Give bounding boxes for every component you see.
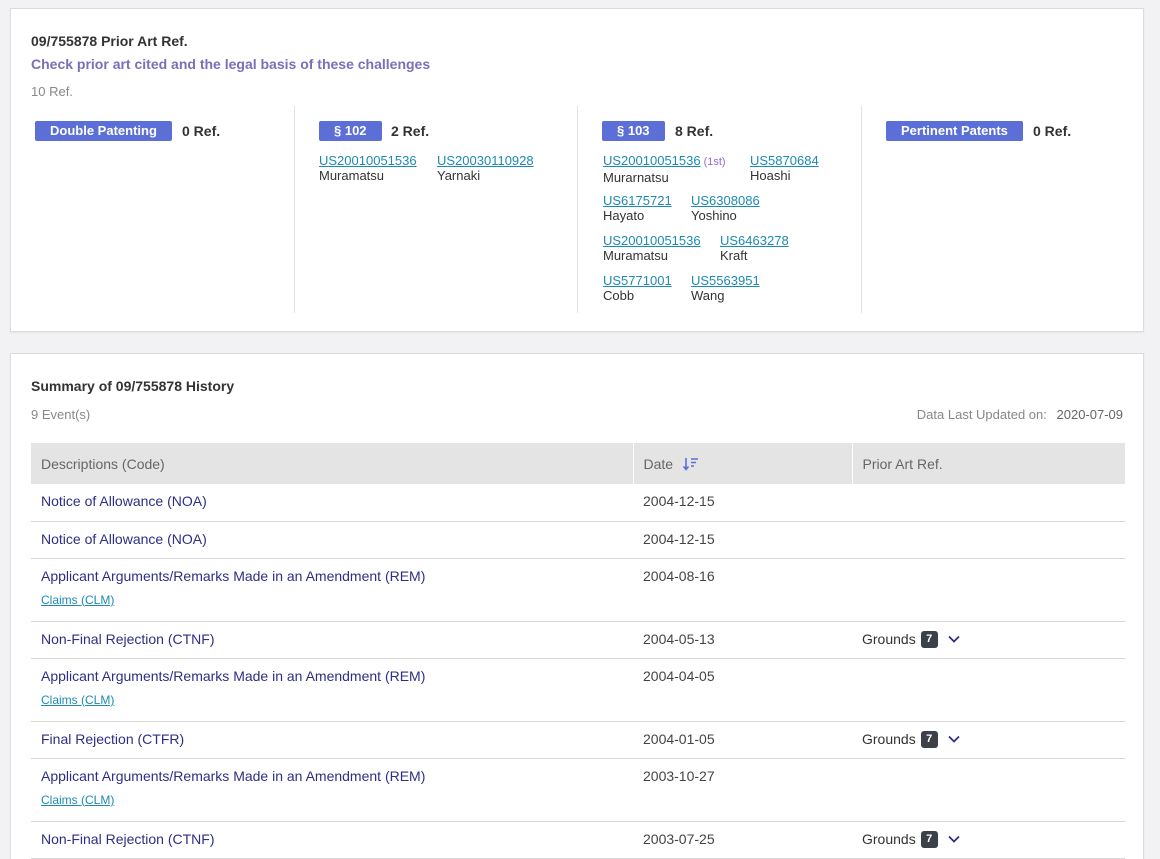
event-description-link[interactable]: Non-Final Rejection (CTNF) xyxy=(41,831,623,847)
grounds-toggle[interactable]: Grounds 7 xyxy=(862,630,961,648)
event-description-link[interactable]: Applicant Arguments/Remarks Made in an A… xyxy=(41,768,623,784)
ref-item: US5771001 Cobb xyxy=(603,273,672,303)
event-date: 2004-12-15 xyxy=(643,493,715,509)
history-card: Summary of 09/755878 History 9 Event(s) … xyxy=(10,353,1144,859)
event-date: 2003-07-25 xyxy=(643,830,715,847)
prior-art-title: 09/755878 Prior Art Ref. xyxy=(31,33,188,49)
event-description-link[interactable]: Notice of Allowance (NOA) xyxy=(41,531,623,547)
count-double-patenting: 0 Ref. xyxy=(182,123,221,139)
event-date: 2003-10-27 xyxy=(643,767,715,784)
ref-inventor: Yoshino xyxy=(691,208,737,223)
ref-inventor: Muramatsu xyxy=(603,248,669,263)
count-pertinent-patents: 0 Ref. xyxy=(1033,123,1072,139)
event-date: 2004-12-15 xyxy=(643,530,715,547)
ref-patent-link[interactable]: US20010051536 xyxy=(603,233,701,248)
event-description-link[interactable]: Applicant Arguments/Remarks Made in an A… xyxy=(41,568,623,584)
ref-patent-link[interactable]: US20030110928 xyxy=(437,153,534,168)
ref-item: US20010051536 Muramatsu xyxy=(319,153,417,183)
badge-double-patenting[interactable]: Double Patenting xyxy=(35,121,172,141)
ref-patent-link[interactable]: US6463278 xyxy=(720,233,789,248)
table-row: Applicant Arguments/Remarks Made in an A… xyxy=(31,758,1125,822)
ref-patent-link[interactable]: US20010051536 xyxy=(319,153,417,168)
ref-inventor: Kraft xyxy=(720,248,748,263)
ref-item: US20010051536 Muramatsu xyxy=(603,233,701,263)
chevron-down-icon[interactable] xyxy=(947,732,961,746)
grounds-toggle[interactable]: Grounds 7 xyxy=(862,830,961,848)
grounds-count-badge: 7 xyxy=(920,730,938,748)
event-description-link[interactable]: Final Rejection (CTFR) xyxy=(41,731,623,747)
ref-inventor: Hoashi xyxy=(750,168,791,183)
count-102: 2 Ref. xyxy=(391,123,430,139)
table-row: Applicant Arguments/Remarks Made in an A… xyxy=(31,658,1125,722)
table-row: Applicant Arguments/Remarks Made in an A… xyxy=(31,558,1125,622)
ref-item: US20010051536 (1st) Murarnatsu xyxy=(603,153,726,185)
ref-item: US6308086 Yoshino xyxy=(691,193,760,223)
prior-art-subtitle: Check prior art cited and the legal basi… xyxy=(31,56,431,72)
ref-patent-link[interactable]: US6175721 xyxy=(603,193,672,208)
chevron-down-icon[interactable] xyxy=(947,832,961,846)
prior-art-total: 10 Ref. xyxy=(31,84,73,99)
prior-art-card: 09/755878 Prior Art Ref. Check prior art… xyxy=(10,8,1144,332)
ref-patent-link[interactable]: US20010051536 xyxy=(603,153,701,168)
grounds-toggle[interactable]: Grounds 7 xyxy=(862,730,961,748)
table-row: Notice of Allowance (NOA) 2004-12-15 xyxy=(31,521,1125,559)
event-description-link[interactable]: Applicant Arguments/Remarks Made in an A… xyxy=(41,668,623,684)
ref-inventor: Murarnatsu xyxy=(603,170,669,185)
table-row: Final Rejection (CTFR) 2004-01-05 Ground… xyxy=(31,721,1125,759)
grounds-label: Grounds xyxy=(862,631,916,647)
claims-link[interactable]: Claims (CLM) xyxy=(41,793,623,807)
group-pertinent-patents: Pertinent Patents 0 Ref. xyxy=(861,106,1145,313)
event-description-link[interactable]: Notice of Allowance (NOA) xyxy=(41,493,623,509)
ref-inventor: Wang xyxy=(691,288,725,303)
chevron-down-icon[interactable] xyxy=(947,632,961,646)
col-header-prior-art[interactable]: Prior Art Ref. xyxy=(851,443,1125,484)
event-date: 2004-04-05 xyxy=(643,667,715,684)
grounds-label: Grounds xyxy=(862,831,916,847)
table-header-row: Descriptions (Code) Date Prior Art Ref. xyxy=(31,443,1125,484)
ref-patent-link[interactable]: US5870684 xyxy=(750,153,819,168)
claims-link[interactable]: Claims (CLM) xyxy=(41,693,623,707)
ref-item: US20030110928 Yarnaki xyxy=(437,153,534,183)
event-date: 2004-01-05 xyxy=(643,730,715,747)
grounds-count-badge: 7 xyxy=(920,630,938,648)
ref-item: US5563951 Wang xyxy=(691,273,760,303)
badge-pertinent-patents[interactable]: Pertinent Patents xyxy=(886,121,1023,141)
grounds-count-badge: 7 xyxy=(920,830,938,848)
event-date: 2004-05-13 xyxy=(643,630,715,647)
ref-inventor: Yarnaki xyxy=(437,168,481,183)
claims-link[interactable]: Claims (CLM) xyxy=(41,593,623,607)
group-double-patenting: Double Patenting 0 Ref. xyxy=(11,106,294,313)
group-103: § 103 8 Ref. US20010051536 (1st) Murarnat… xyxy=(577,106,861,313)
badge-103[interactable]: § 103 xyxy=(602,121,665,141)
table-row: Non-Final Rejection (CTNF) 2003-07-25 Gr… xyxy=(31,821,1125,859)
history-table: Descriptions (Code) Date Prior Art Ref. … xyxy=(31,443,1125,859)
ref-patent-link[interactable]: US5563951 xyxy=(691,273,760,288)
group-102: § 102 2 Ref. US20010051536 Muramatsu US2… xyxy=(294,106,577,313)
ref-patent-link[interactable]: US5771001 xyxy=(603,273,672,288)
ref-inventor: Hayato xyxy=(603,208,645,223)
ref-inventor: Muramatsu xyxy=(319,168,385,183)
ref-item: US5870684 Hoashi xyxy=(750,153,819,183)
ref-item: US6463278 Kraft xyxy=(720,233,789,263)
col-header-description[interactable]: Descriptions (Code) xyxy=(31,443,633,484)
history-title: Summary of 09/755878 History xyxy=(31,378,235,394)
ref-inventor: Cobb xyxy=(603,288,635,303)
col-header-date[interactable]: Date xyxy=(632,443,852,484)
data-updated-label: Data Last Updated on: xyxy=(916,407,1047,422)
grounds-label: Grounds xyxy=(862,731,916,747)
event-date: 2004-08-16 xyxy=(643,567,715,584)
badge-102[interactable]: § 102 xyxy=(319,121,382,141)
sort-descending-icon[interactable] xyxy=(682,457,699,471)
first-reference-tag: (1st) xyxy=(703,156,726,168)
table-row: Non-Final Rejection (CTNF) 2004-05-13 Gr… xyxy=(31,621,1125,659)
table-row: Notice of Allowance (NOA) 2004-12-15 xyxy=(31,484,1125,522)
data-updated-value: 2020-07-09 xyxy=(1056,407,1124,422)
data-updated: Data Last Updated on: 2020-07-09 xyxy=(917,407,1123,422)
ref-patent-link[interactable]: US6308086 xyxy=(691,193,760,208)
ref-item: US6175721 Hayato xyxy=(603,193,672,223)
event-description-link[interactable]: Non-Final Rejection (CTNF) xyxy=(41,631,623,647)
count-103: 8 Ref. xyxy=(675,123,714,139)
event-count: 9 Event(s) xyxy=(31,407,91,422)
